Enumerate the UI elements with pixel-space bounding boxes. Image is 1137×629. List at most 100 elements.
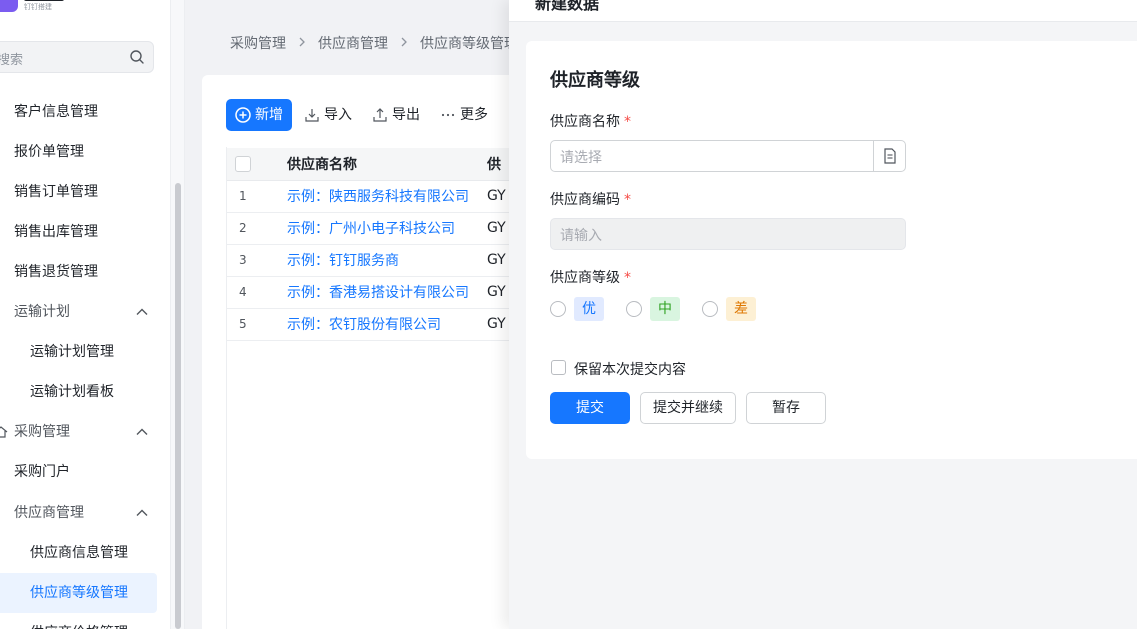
row-index: 2 xyxy=(227,212,287,245)
sidebar-item-transport-plan-board[interactable]: 运输计划看板 xyxy=(0,372,170,412)
supplier-code-label-text: 供应商编码 xyxy=(550,192,620,208)
row-index: 4 xyxy=(227,276,287,309)
chevron-up-icon xyxy=(136,428,148,435)
sidebar-item-label: 供应商等级管理 xyxy=(30,585,128,601)
chevron-right-icon xyxy=(398,36,410,52)
radio-circle[interactable] xyxy=(702,301,718,317)
drawer-header: 新建数据 xyxy=(509,0,1137,22)
row-name-link[interactable]: 示例：陕西服务科技有限公司 xyxy=(287,189,469,205)
export-button[interactable]: 导出 xyxy=(373,99,423,131)
row-name-cell: 示例：香港易搭设计有限公司 xyxy=(287,276,487,309)
sidebar-item-customer-info[interactable]: 客户信息管理 xyxy=(0,92,170,132)
sidebar-item-label: 销售订单管理 xyxy=(14,184,98,200)
required-mark: * xyxy=(624,114,631,130)
sidebar-group-label: 运输计划 xyxy=(14,304,70,320)
chevron-up-icon xyxy=(136,509,148,516)
table-row[interactable]: 2 示例：广州小电子科技公司 GY xyxy=(227,212,527,245)
level-tag-poor: 差 xyxy=(726,297,756,321)
sidebar-search-input[interactable]: 搜索 xyxy=(0,41,154,73)
document-icon xyxy=(884,148,896,164)
app-logo xyxy=(0,0,18,12)
sidebar-item-procurement-portal[interactable]: 采购门户 xyxy=(0,452,170,492)
table-row[interactable]: 5 示例：农钉股份有限公司 GY xyxy=(227,308,527,341)
more-button[interactable]: 更多 xyxy=(441,99,491,131)
row-name-cell: 示例：陕西服务科技有限公司 xyxy=(287,180,487,213)
add-new-label: 新增 xyxy=(255,107,283,123)
table-row[interactable]: 4 示例：香港易搭设计有限公司 GY xyxy=(227,276,527,309)
home-icon xyxy=(0,426,8,438)
sidebar-item-label: 销售退货管理 xyxy=(14,264,98,280)
sidebar-item-label: 供应商信息管理 xyxy=(30,545,128,561)
more-dots-icon xyxy=(441,113,455,117)
submit-button[interactable]: 提交 xyxy=(550,392,630,424)
row-index: 1 xyxy=(227,180,287,213)
app-logo-wordmark xyxy=(24,0,64,1)
row-index: 5 xyxy=(227,308,287,341)
sidebar-item-label: 客户信息管理 xyxy=(14,104,98,120)
required-mark: * xyxy=(624,192,631,208)
add-new-button[interactable]: 新增 xyxy=(226,99,292,131)
import-button[interactable]: 导入 xyxy=(305,99,355,131)
supplier-name-label: 供应商名称 * xyxy=(550,111,631,131)
supplier-code-placeholder: 请输入 xyxy=(560,228,602,244)
sidebar: 钉钉搭建 搜索 客户信息管理 报价单管理 销售订单管理 销售出库管理 销售退货管… xyxy=(0,0,171,629)
breadcrumb-item[interactable]: 采购管理 xyxy=(230,36,286,52)
sidebar-item-sales-return[interactable]: 销售退货管理 xyxy=(0,252,170,292)
row-name-link[interactable]: 示例：钉钉服务商 xyxy=(287,253,399,269)
table-header-row: 供应商名称 供 xyxy=(227,148,527,181)
sidebar-item-label: 运输计划管理 xyxy=(30,344,114,360)
export-label: 导出 xyxy=(392,107,420,123)
sidebar-group-procurement[interactable]: 采购管理 xyxy=(0,412,170,452)
create-record-drawer: 新建数据 供应商等级 供应商名称 * 请选择 供应商编码 * 请输入 供应商等级 * … xyxy=(509,0,1137,629)
download-icon xyxy=(305,109,319,122)
submit-and-continue-button[interactable]: 提交并继续 xyxy=(640,392,736,424)
row-index: 3 xyxy=(227,244,287,277)
sidebar-item-sales-order[interactable]: 销售订单管理 xyxy=(0,172,170,212)
supplier-picker-button[interactable] xyxy=(873,141,905,171)
required-mark: * xyxy=(624,270,631,286)
sidebar-item-transport-plan-manage[interactable]: 运输计划管理 xyxy=(0,332,170,372)
row-name-cell: 示例：钉钉服务商 xyxy=(287,244,487,277)
sidebar-group-transport-plan[interactable]: 运输计划 xyxy=(0,292,170,332)
sidebar-group-supplier[interactable]: 供应商管理 xyxy=(0,493,170,533)
column-header-name[interactable]: 供应商名称 xyxy=(287,148,487,181)
level-tag-medium: 中 xyxy=(650,297,680,321)
sidebar-item-supplier-price[interactable]: 供应商价格管理 xyxy=(0,613,170,629)
supplier-name-placeholder: 请选择 xyxy=(560,150,602,166)
search-placeholder: 搜索 xyxy=(0,53,24,68)
sidebar-item-label: 供应商价格管理 xyxy=(30,613,128,629)
search-icon[interactable] xyxy=(129,49,145,65)
more-label: 更多 xyxy=(460,107,488,123)
row-name-link[interactable]: 示例：香港易搭设计有限公司 xyxy=(287,285,469,301)
sidebar-item-quotation[interactable]: 报价单管理 xyxy=(0,132,170,172)
sidebar-item-label: 销售出库管理 xyxy=(14,224,98,240)
breadcrumb-item[interactable]: 供应商管理 xyxy=(318,36,388,52)
supplier-code-input: 请输入 xyxy=(550,218,906,250)
checkbox-box[interactable] xyxy=(551,360,566,375)
level-tag-good: 优 xyxy=(574,297,604,321)
sidebar-item-sales-outbound[interactable]: 销售出库管理 xyxy=(0,212,170,252)
sidebar-item-supplier-info[interactable]: 供应商信息管理 xyxy=(0,533,170,573)
sidebar-group-label: 采购管理 xyxy=(14,424,70,440)
upload-icon xyxy=(373,108,387,122)
table-row[interactable]: 1 示例：陕西服务科技有限公司 GY xyxy=(227,180,527,213)
plus-circle-icon xyxy=(235,107,251,123)
supplier-name-label-text: 供应商名称 xyxy=(550,114,620,130)
select-all-header[interactable] xyxy=(227,148,287,181)
table-row[interactable]: 3 示例：钉钉服务商 GY xyxy=(227,244,527,277)
row-name-link[interactable]: 示例：广州小电子科技公司 xyxy=(287,221,455,237)
data-table: 供应商名称 供 1 示例：陕西服务科技有限公司 GY 2 示例：广州小电子科技公… xyxy=(227,148,527,341)
breadcrumb: 采购管理 供应商管理 供应商等级管理 xyxy=(230,33,518,53)
radio-circle[interactable] xyxy=(626,301,642,317)
save-draft-button[interactable]: 暂存 xyxy=(746,392,826,424)
sidebar-item-supplier-level[interactable]: 供应商等级管理 xyxy=(0,573,157,613)
sidebar-scrollbar[interactable] xyxy=(175,183,181,629)
select-all-checkbox[interactable] xyxy=(235,155,251,172)
row-name-link[interactable]: 示例：农钉股份有限公司 xyxy=(287,317,441,333)
import-label: 导入 xyxy=(324,107,352,123)
radio-circle[interactable] xyxy=(550,301,566,317)
form-card: 供应商等级 供应商名称 * 请选择 供应商编码 * 请输入 供应商等级 * 优 中 xyxy=(526,41,1137,459)
supplier-name-select[interactable]: 请选择 xyxy=(550,140,906,172)
drawer-title: 新建数据 xyxy=(535,0,600,13)
sidebar-item-label: 运输计划看板 xyxy=(30,384,114,400)
